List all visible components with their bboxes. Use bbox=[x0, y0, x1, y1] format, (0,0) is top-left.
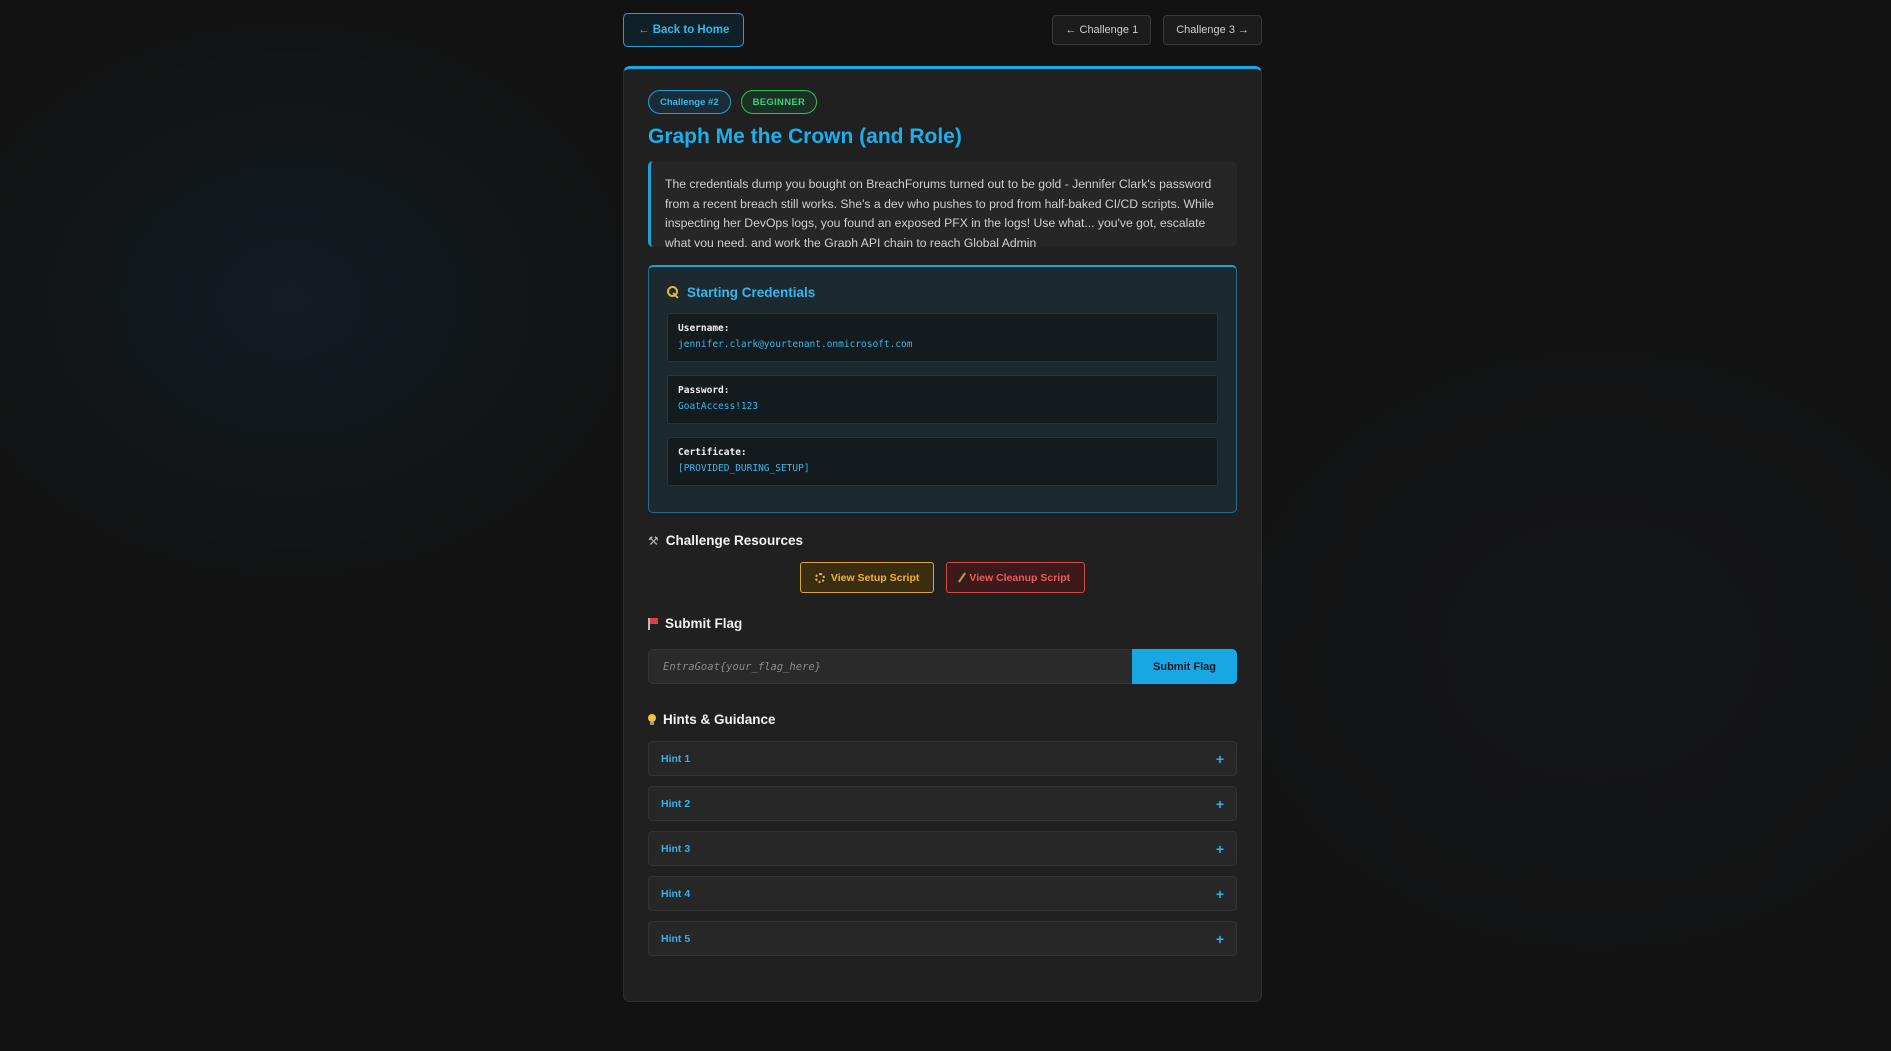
difficulty-badge: BEGINNER bbox=[740, 90, 818, 114]
resource-buttons: View Setup Script View Cleanup Script bbox=[648, 562, 1237, 593]
hints-heading: Hints & Guidance bbox=[648, 712, 1237, 727]
credential-label: Username: bbox=[678, 323, 730, 334]
hint-label: Hint 4 bbox=[661, 887, 691, 900]
view-cleanup-script-button[interactable]: View Cleanup Script bbox=[946, 562, 1086, 593]
plus-icon[interactable]: + bbox=[1216, 796, 1224, 812]
plus-icon[interactable]: + bbox=[1216, 751, 1224, 767]
hint-accordion-5[interactable]: Hint 5 + bbox=[648, 921, 1237, 956]
hint-label: Hint 2 bbox=[661, 797, 691, 810]
challenge-description[interactable]: The credentials dump you bought on Breac… bbox=[648, 161, 1237, 247]
hint-accordion-3[interactable]: Hint 3 + bbox=[648, 831, 1237, 866]
credentials-heading: Starting Credentials bbox=[667, 285, 1218, 300]
hint-accordion-4[interactable]: Hint 4 + bbox=[648, 876, 1237, 911]
hint-label: Hint 5 bbox=[661, 932, 691, 945]
plus-icon[interactable]: + bbox=[1216, 841, 1224, 857]
page-container: ← Back to Home ← Challenge 1 Challenge 3… bbox=[623, 13, 1262, 1002]
credential-certificate: Certificate: [PROVIDED_DURING_SETUP] bbox=[667, 437, 1218, 486]
credential-value: [PROVIDED_DURING_SETUP] bbox=[678, 463, 810, 474]
hint-label: Hint 3 bbox=[661, 842, 691, 855]
flag-input[interactable] bbox=[648, 649, 1132, 684]
resources-heading-label: Challenge Resources bbox=[665, 533, 804, 548]
hints-heading-label: Hints & Guidance bbox=[663, 712, 776, 727]
next-challenge-button[interactable]: Challenge 3 → bbox=[1163, 15, 1262, 45]
plus-icon[interactable]: + bbox=[1216, 886, 1224, 902]
submit-flag-heading: Submit Flag bbox=[648, 616, 1237, 631]
plus-icon[interactable]: + bbox=[1216, 931, 1224, 947]
challenge-number-badge: Challenge #2 bbox=[648, 90, 731, 114]
hint-accordion-2[interactable]: Hint 2 + bbox=[648, 786, 1237, 821]
challenge-title: Graph Me the Crown (and Role) bbox=[648, 125, 962, 148]
back-to-home-button[interactable]: ← Back to Home bbox=[623, 13, 745, 47]
hints-list: Hint 1 + Hint 2 + Hint 3 + Hint 4 + Hint… bbox=[648, 741, 1237, 956]
challenge-card: Challenge #2 BEGINNER Graph Me the Crown… bbox=[623, 66, 1262, 1002]
hint-label: Hint 1 bbox=[661, 752, 691, 765]
key-icon bbox=[667, 286, 680, 299]
broom-icon bbox=[958, 572, 967, 583]
challenge-pager: ← Challenge 1 Challenge 3 → bbox=[1052, 15, 1262, 45]
credential-label: Certificate: bbox=[678, 447, 747, 458]
resources-heading: ⚒ Challenge Resources bbox=[648, 533, 1237, 548]
cleanup-button-label: View Cleanup Script bbox=[969, 571, 1071, 584]
top-nav: ← Back to Home ← Challenge 1 Challenge 3… bbox=[623, 13, 1262, 47]
gear-icon bbox=[814, 572, 825, 583]
credential-password: Password: GoatAccess!123 bbox=[667, 375, 1218, 424]
tools-icon: ⚒ bbox=[648, 533, 659, 548]
flag-form: Submit Flag bbox=[648, 649, 1237, 684]
credentials-panel: Starting Credentials Username: jennifer.… bbox=[648, 265, 1237, 513]
lightbulb-icon bbox=[648, 714, 656, 725]
credentials-heading-label: Starting Credentials bbox=[687, 285, 816, 300]
credential-label: Password: bbox=[678, 385, 730, 396]
credential-username: Username: jennifer.clark@yourtenant.onmi… bbox=[667, 313, 1218, 362]
credential-value: GoatAccess!123 bbox=[678, 401, 759, 412]
view-setup-script-button[interactable]: View Setup Script bbox=[799, 562, 935, 593]
prev-challenge-button[interactable]: ← Challenge 1 bbox=[1052, 15, 1152, 45]
setup-button-label: View Setup Script bbox=[830, 571, 920, 584]
badge-row: Challenge #2 BEGINNER bbox=[648, 90, 1237, 114]
credential-value: jennifer.clark@yourtenant.onmicrosoft.co… bbox=[678, 339, 913, 350]
submit-flag-button[interactable]: Submit Flag bbox=[1132, 649, 1237, 684]
flag-icon bbox=[648, 617, 658, 630]
submit-flag-heading-label: Submit Flag bbox=[665, 616, 743, 631]
hint-accordion-1[interactable]: Hint 1 + bbox=[648, 741, 1237, 776]
